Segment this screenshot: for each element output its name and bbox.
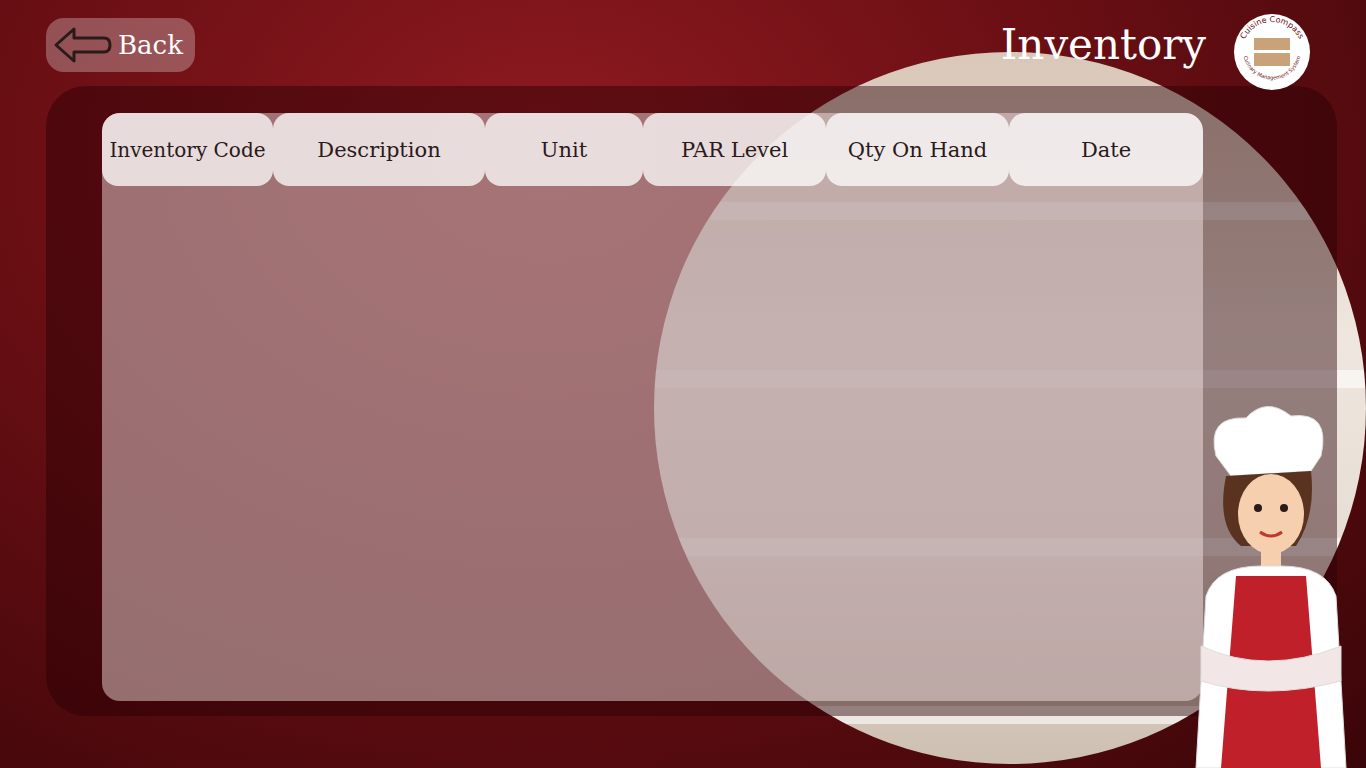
column-header: Date — [1009, 113, 1203, 186]
logo-text: Cuisine Compass — [1239, 15, 1306, 41]
main-panel: Inventory CodeDescriptionUnitPAR LevelQt… — [46, 86, 1337, 716]
back-label: Back — [118, 30, 183, 60]
column-header: Unit — [485, 113, 643, 186]
column-header: Inventory Code — [102, 113, 273, 186]
back-button[interactable]: Back — [46, 18, 195, 72]
chef-icon — [1186, 396, 1356, 768]
page-title: Inventory — [1001, 12, 1206, 66]
column-header: PAR Level — [643, 113, 826, 186]
logo-text: Culinary Management System — [1243, 55, 1302, 81]
table-header: Inventory CodeDescriptionUnitPAR LevelQt… — [102, 113, 1203, 186]
column-header: Description — [273, 113, 485, 186]
svg-text:Culinary Management System: Culinary Management System — [1243, 55, 1302, 81]
logo: Cuisine Compass Culinary Management Syste… — [1232, 12, 1312, 92]
svg-text:Cuisine Compass: Cuisine Compass — [1239, 15, 1306, 41]
column-header: Qty On Hand — [826, 113, 1009, 186]
header: BackInventoryCuisine CompassCulinary Man… — [0, 0, 1366, 68]
back-arrow-icon — [52, 25, 112, 65]
title-area: Inventory Cuisine Compass Culinary Managem… — [1001, 12, 1312, 92]
inventory-table: Inventory CodeDescriptionUnitPAR LevelQt… — [102, 113, 1203, 701]
